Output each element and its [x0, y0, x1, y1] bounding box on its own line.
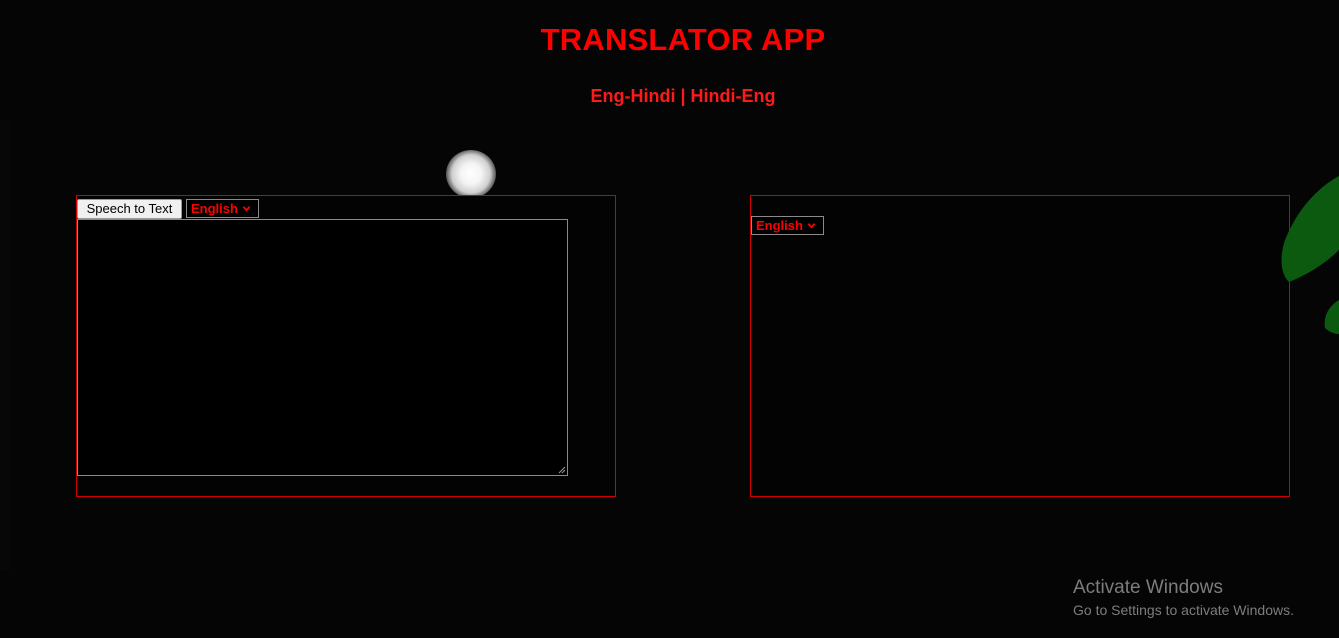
- activate-windows-title: Activate Windows: [1073, 577, 1223, 598]
- page-subtitle: Eng-Hindi | Hindi-Eng: [590, 86, 776, 106]
- leaf-decoration: [1281, 176, 1339, 334]
- speech-to-text-button[interactable]: Speech to Text: [77, 199, 182, 219]
- target-language-select[interactable]: English: [751, 216, 824, 235]
- activate-windows-subtitle: Go to Settings to activate Windows.: [1073, 602, 1294, 618]
- target-panel: English: [750, 195, 1290, 497]
- chevron-down-icon: [807, 223, 816, 229]
- chevron-down-icon: [242, 206, 251, 212]
- source-panel: Speech to Text English: [76, 195, 616, 497]
- source-text-input[interactable]: [77, 219, 568, 476]
- translator-page: TRANSLATOR APP Eng-Hindi | Hindi-Eng Spe…: [0, 0, 1339, 638]
- source-language-value: English: [191, 201, 238, 216]
- cursor-glow: [446, 150, 496, 198]
- target-language-value: English: [756, 218, 803, 233]
- resize-grip-icon[interactable]: [558, 466, 566, 474]
- edge-shade: [0, 120, 10, 570]
- page-title: TRANSLATOR APP: [540, 22, 826, 57]
- source-language-select[interactable]: English: [186, 199, 259, 218]
